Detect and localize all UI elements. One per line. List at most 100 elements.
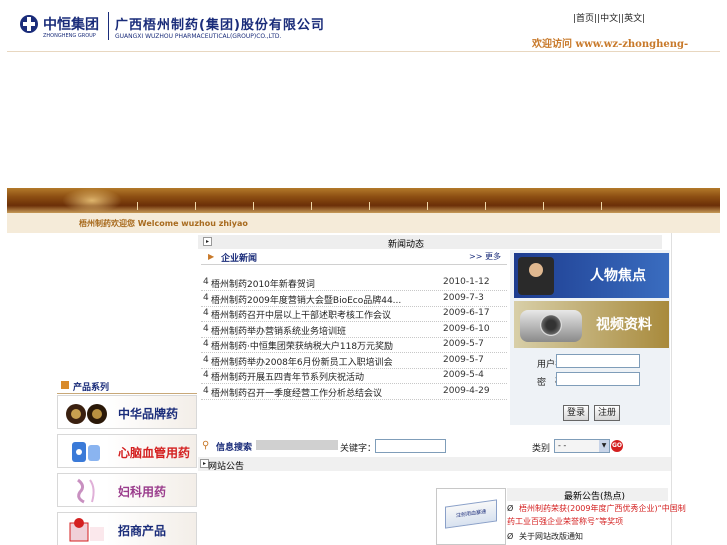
product-pack: 注射用血塞通 bbox=[445, 499, 497, 529]
expand-icon: ▸ bbox=[203, 237, 212, 246]
news-date: 2010-1-12 bbox=[443, 277, 490, 287]
product-series-title: 产品系列 bbox=[73, 383, 110, 393]
nav-separator bbox=[137, 202, 138, 210]
product-series-header: 产品系列 bbox=[57, 378, 197, 394]
register-button[interactable]: 注册 bbox=[594, 405, 620, 421]
category-label: 中华品牌药 bbox=[118, 407, 179, 421]
category-label: 妇科用药 bbox=[118, 485, 167, 499]
news-date: 2009-6-17 bbox=[443, 308, 490, 318]
people-focus-banner[interactable]: 人物焦点 bbox=[514, 253, 669, 298]
list-item[interactable]: 4 梧州制药举办营销系统业务培训班 2009-6-10 bbox=[201, 323, 507, 338]
news-title[interactable]: 梧州制药召开中层以上干部述职考核工作会议 bbox=[211, 308, 391, 321]
announcement-title: 网站公告 bbox=[208, 462, 245, 472]
nav-separator bbox=[427, 202, 428, 210]
bullet: 4 bbox=[203, 277, 209, 287]
news-date: 2009-6-10 bbox=[443, 324, 490, 334]
navbar-highlight bbox=[62, 188, 122, 213]
capsule-pack-icon bbox=[72, 442, 100, 462]
language-links[interactable]: |首页||中文||英文| bbox=[573, 11, 645, 24]
camera-icon bbox=[520, 310, 582, 342]
category-label: 招商产品 bbox=[118, 524, 167, 538]
news-date: 2009-5-7 bbox=[443, 355, 484, 365]
bullet: 4 bbox=[203, 370, 209, 380]
video-banner[interactable]: 视频资料 bbox=[514, 301, 669, 348]
keyword-input[interactable] bbox=[375, 439, 446, 453]
product-box-icon bbox=[69, 518, 104, 542]
main-navbar[interactable] bbox=[7, 188, 720, 213]
type-select[interactable]: - - ▼ bbox=[554, 439, 610, 453]
info-search-title: 信息搜索 bbox=[216, 443, 253, 453]
pill-jars-icon bbox=[66, 404, 107, 424]
nav-separator bbox=[485, 202, 486, 210]
type-select-value: - - bbox=[558, 441, 567, 450]
news-title[interactable]: 梧州制药2010年新春贺词 bbox=[211, 277, 315, 290]
news-title[interactable]: 梧州制药·中恒集团荣获纳税大户118万元奖励 bbox=[211, 339, 393, 352]
nav-separator bbox=[369, 202, 370, 210]
notice-title: 最新公告(热点) bbox=[564, 492, 626, 502]
logo-divider bbox=[108, 12, 109, 40]
go-button[interactable]: GO bbox=[611, 440, 623, 452]
search-icon: ⚲ bbox=[202, 440, 210, 451]
news-section-header: ▸ 新闻动态 bbox=[198, 235, 662, 250]
announcement-header: ▸ 网站公告 bbox=[198, 457, 671, 472]
news-title[interactable]: 梧州制药开展五四青年节系列庆祝活动 bbox=[211, 370, 364, 383]
title-divider bbox=[256, 440, 338, 450]
more-link[interactable]: >> 更多 bbox=[469, 251, 501, 262]
news-title[interactable]: 梧州制药2009年度营销大会暨BioEco品牌44... bbox=[211, 293, 401, 306]
corp-news-title: 企业新闻 bbox=[221, 254, 258, 264]
bullet: 4 bbox=[203, 293, 209, 303]
category-chinese-brand[interactable]: 中华品牌药 bbox=[57, 395, 197, 429]
list-item[interactable]: 4 梧州制药召开一季度经营工作分析总结会议 2009-4-29 bbox=[201, 385, 507, 400]
category-investment[interactable]: 招商产品 bbox=[57, 512, 197, 545]
notice-text[interactable]: 关于网站改版通知 bbox=[519, 530, 583, 543]
notice-header: 最新公告(热点) bbox=[507, 488, 668, 502]
welcome-subbar: 梧州制药欢迎您 Welcome wuzhou zhiyao bbox=[7, 213, 720, 233]
nav-separator bbox=[543, 202, 544, 210]
category-gynecology[interactable]: 妇科用药 bbox=[57, 473, 197, 507]
right-border bbox=[671, 233, 672, 545]
corp-news-header: ▶ 企业新闻 >> 更多 bbox=[201, 250, 507, 265]
list-item[interactable]: 4 梧州制药召开中层以上干部述职考核工作会议 2009-6-17 bbox=[201, 307, 507, 322]
nav-separator bbox=[195, 202, 196, 210]
nav-separator bbox=[311, 202, 312, 210]
group-name-en: ZHONGHENG GROUP bbox=[43, 33, 96, 39]
bullet: 4 bbox=[203, 308, 209, 318]
arrow-icon: ▶ bbox=[208, 252, 215, 261]
people-focus-label: 人物焦点 bbox=[590, 268, 646, 284]
notice-text[interactable]: 梧州制药荣获(2009年度广西优秀企业)“中国制 bbox=[519, 502, 686, 515]
group-name: 中恒集团 bbox=[43, 17, 99, 33]
figure-icon bbox=[77, 478, 95, 504]
company-name: 广西梧州制药(集团)股份有限公司 bbox=[115, 18, 325, 33]
product-image[interactable]: 注射用血塞通 bbox=[436, 488, 506, 545]
news-title[interactable]: 梧州制药举办营销系统业务培训班 bbox=[211, 324, 346, 337]
news-title[interactable]: 梧州制药举办2008年6月份新员工入职培训会 bbox=[211, 355, 393, 368]
chevron-down-icon: ▼ bbox=[599, 440, 609, 452]
list-item[interactable]: 4 梧州制药·中恒集团荣获纳税大户118万元奖励 2009-5-7 bbox=[201, 338, 507, 353]
info-search-bar: ⚲ 信息搜索 关键字： 类别 - - ▼ GO bbox=[198, 438, 671, 454]
list-item[interactable]: 4 梧州制药开展五四青年节系列庆祝活动 2009-5-4 bbox=[201, 369, 507, 384]
list-item[interactable]: 4 梧州制药2010年新春贺词 2010-1-12 bbox=[201, 276, 507, 291]
bullet-icon: Ø bbox=[507, 532, 514, 541]
news-date: 2009-7-3 bbox=[443, 293, 484, 303]
bullet: 4 bbox=[203, 386, 209, 396]
login-button[interactable]: 登录 bbox=[563, 405, 589, 421]
keyword-label: 关键字： bbox=[340, 444, 377, 454]
series-icon bbox=[61, 381, 69, 389]
news-title[interactable]: 梧州制药召开一季度经营工作分析总结会议 bbox=[211, 386, 382, 399]
person-photo-icon bbox=[518, 257, 554, 295]
bullet: 4 bbox=[203, 355, 209, 365]
news-section-title: 新闻动态 bbox=[388, 240, 425, 250]
company-name-en: GUANGXI WUZHOU PHARMACEUTICAL(GROUP)CO.,… bbox=[115, 33, 282, 40]
category-cardio[interactable]: 心脑血管用药 bbox=[57, 434, 197, 468]
password-input[interactable] bbox=[556, 372, 640, 386]
notice-text[interactable]: 药工业百强企业荣誉称号”等奖项 bbox=[507, 515, 623, 528]
list-item[interactable]: 4 梧州制药2009年度营销大会暨BioEco品牌44... 2009-7-3 bbox=[201, 292, 507, 307]
news-date: 2009-5-7 bbox=[443, 339, 484, 349]
nav-separator bbox=[253, 202, 254, 210]
username-input[interactable] bbox=[556, 354, 640, 368]
bullet-icon: Ø bbox=[507, 504, 514, 513]
bullet: 4 bbox=[203, 324, 209, 334]
list-item[interactable]: 4 梧州制药举办2008年6月份新员工入职培训会 2009-5-7 bbox=[201, 354, 507, 369]
zhongheng-logo-icon[interactable] bbox=[19, 14, 39, 34]
site-header: 中恒集团 ZHONGHENG GROUP 广西梧州制药(集团)股份有限公司 GU… bbox=[7, 0, 720, 61]
